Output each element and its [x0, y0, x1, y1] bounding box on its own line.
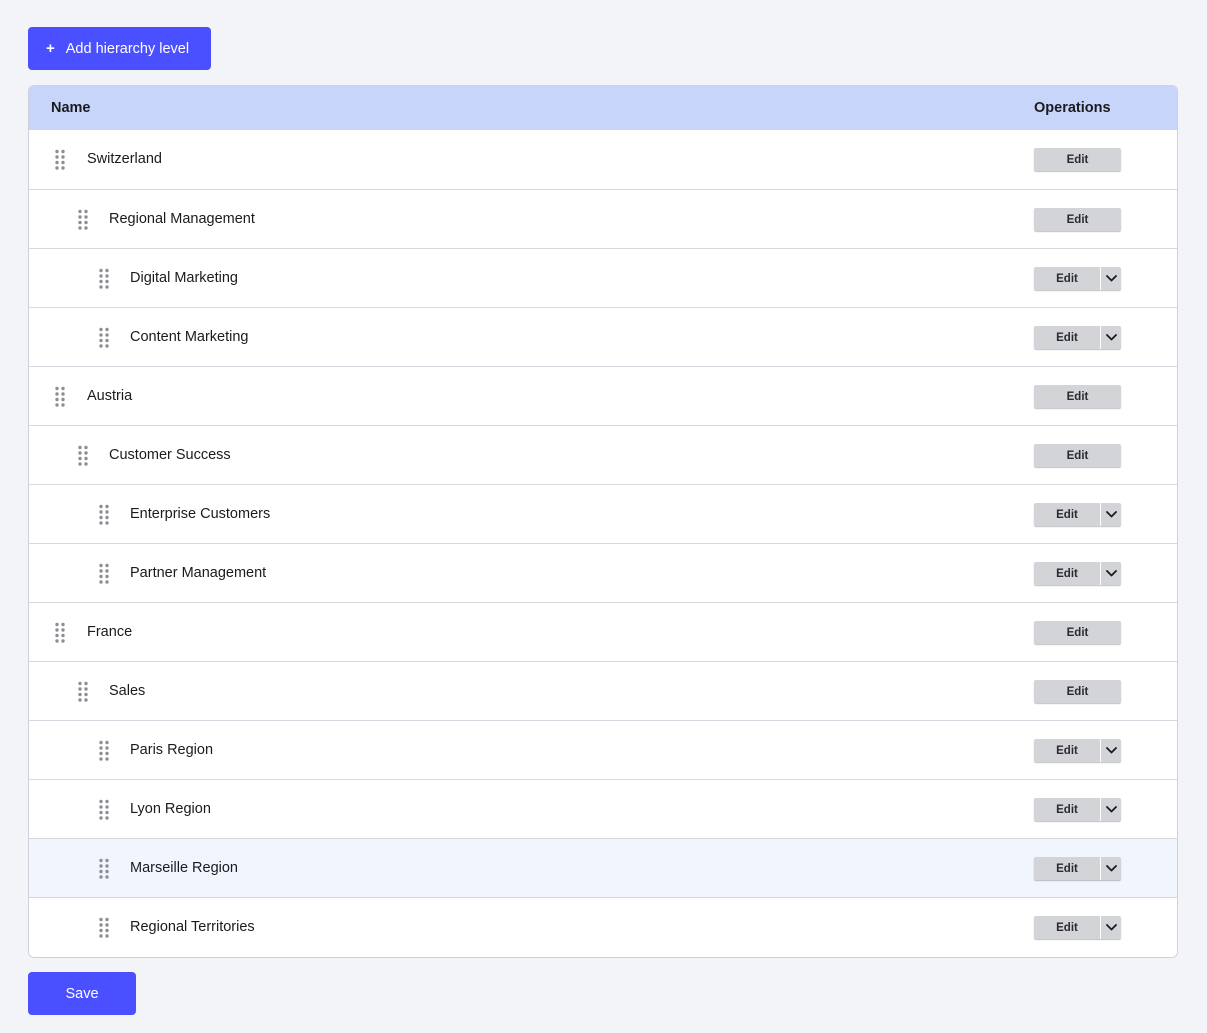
row-operations: Edit	[1034, 326, 1121, 349]
operations-dropdown-toggle[interactable]	[1100, 326, 1121, 349]
row-name: Austria	[87, 388, 133, 404]
drag-handle-icon[interactable]	[55, 149, 65, 171]
table-row: Marseille Region Edit	[29, 838, 1177, 897]
table-row: Austria Edit	[29, 366, 1177, 425]
edit-button[interactable]: Edit	[1034, 680, 1121, 703]
row-operations: Edit	[1034, 385, 1121, 408]
column-header-operations: Operations	[1034, 100, 1111, 116]
table-row: Content Marketing Edit	[29, 307, 1177, 366]
edit-button[interactable]: Edit	[1034, 562, 1100, 585]
operations-dropdown-toggle[interactable]	[1100, 739, 1121, 762]
table-row: Sales Edit	[29, 661, 1177, 720]
table-row: Lyon Region Edit	[29, 779, 1177, 838]
row-name: Enterprise Customers	[130, 506, 271, 522]
table-row: Paris Region Edit	[29, 720, 1177, 779]
row-name: Switzerland	[87, 151, 162, 167]
table-row: Regional Territories Edit	[29, 897, 1177, 956]
row-operations: Edit	[1034, 503, 1121, 526]
operations-dropdown-toggle[interactable]	[1100, 562, 1121, 585]
chevron-down-icon	[1105, 275, 1117, 282]
table-row: Enterprise Customers Edit	[29, 484, 1177, 543]
edit-button[interactable]: Edit	[1034, 326, 1100, 349]
drag-handle-icon[interactable]	[55, 622, 65, 644]
edit-button[interactable]: Edit	[1034, 621, 1121, 644]
operations-dropdown-toggle[interactable]	[1100, 503, 1121, 526]
row-operations: Edit	[1034, 444, 1121, 467]
operations-dropdown-toggle[interactable]	[1100, 857, 1121, 880]
row-name: Partner Management	[130, 565, 267, 581]
row-operations: Edit	[1034, 916, 1121, 939]
plus-icon: +	[46, 40, 55, 57]
drag-handle-icon[interactable]	[55, 386, 65, 408]
drag-handle-icon[interactable]	[99, 917, 109, 939]
chevron-down-icon	[1105, 747, 1117, 754]
add-hierarchy-level-label: Add hierarchy level	[65, 40, 190, 57]
edit-button[interactable]: Edit	[1034, 267, 1100, 290]
row-name: Regional Management	[109, 211, 255, 227]
row-operations: Edit	[1034, 267, 1121, 290]
drag-handle-icon[interactable]	[99, 858, 109, 880]
row-operations: Edit	[1034, 562, 1121, 585]
table-row: Regional Management Edit	[29, 189, 1177, 248]
row-name: France	[87, 624, 133, 640]
column-header-name: Name	[51, 100, 91, 116]
drag-handle-icon[interactable]	[78, 209, 88, 231]
hierarchy-table: Name Operations Switzerland Edit Regional …	[28, 85, 1178, 958]
row-name: Digital Marketing	[130, 270, 238, 286]
chevron-down-icon	[1105, 924, 1117, 931]
table-body: Switzerland Edit Regional Management Edit Di…	[29, 130, 1177, 956]
edit-button[interactable]: Edit	[1034, 148, 1121, 171]
table-row: Customer Success Edit	[29, 425, 1177, 484]
drag-handle-icon[interactable]	[99, 327, 109, 349]
operations-dropdown-toggle[interactable]	[1100, 267, 1121, 290]
row-name: Customer Success	[109, 447, 231, 463]
edit-button[interactable]: Edit	[1034, 798, 1100, 821]
row-name: Marseille Region	[130, 860, 238, 876]
edit-button[interactable]: Edit	[1034, 739, 1100, 762]
row-operations: Edit	[1034, 739, 1121, 762]
table-row: Partner Management Edit	[29, 543, 1177, 602]
edit-button[interactable]: Edit	[1034, 385, 1121, 408]
page: + Add hierarchy level Name Operations Sw…	[0, 0, 1207, 1033]
edit-button[interactable]: Edit	[1034, 916, 1100, 939]
drag-handle-icon[interactable]	[78, 681, 88, 703]
edit-button[interactable]: Edit	[1034, 444, 1121, 467]
table-header: Name Operations	[29, 86, 1177, 130]
row-operations: Edit	[1034, 680, 1121, 703]
drag-handle-icon[interactable]	[99, 268, 109, 290]
drag-handle-icon[interactable]	[99, 740, 109, 762]
row-operations: Edit	[1034, 621, 1121, 644]
row-name: Paris Region	[130, 742, 214, 758]
chevron-down-icon	[1105, 806, 1117, 813]
save-button[interactable]: Save	[28, 972, 136, 1015]
operations-dropdown-toggle[interactable]	[1100, 916, 1121, 939]
row-name: Sales	[109, 683, 146, 699]
chevron-down-icon	[1105, 334, 1117, 341]
chevron-down-icon	[1105, 865, 1117, 872]
table-row: France Edit	[29, 602, 1177, 661]
drag-handle-icon[interactable]	[99, 563, 109, 585]
add-hierarchy-level-button[interactable]: + Add hierarchy level	[28, 27, 211, 70]
drag-handle-icon[interactable]	[99, 799, 109, 821]
drag-handle-icon[interactable]	[99, 504, 109, 526]
row-operations: Edit	[1034, 208, 1121, 231]
edit-button[interactable]: Edit	[1034, 503, 1100, 526]
edit-button[interactable]: Edit	[1034, 857, 1100, 880]
edit-button[interactable]: Edit	[1034, 208, 1121, 231]
row-name: Content Marketing	[130, 329, 249, 345]
row-operations: Edit	[1034, 798, 1121, 821]
table-row: Switzerland Edit	[29, 130, 1177, 189]
drag-handle-icon[interactable]	[78, 445, 88, 467]
operations-dropdown-toggle[interactable]	[1100, 798, 1121, 821]
row-operations: Edit	[1034, 857, 1121, 880]
chevron-down-icon	[1105, 511, 1117, 518]
table-row: Digital Marketing Edit	[29, 248, 1177, 307]
chevron-down-icon	[1105, 570, 1117, 577]
row-name: Lyon Region	[130, 801, 211, 817]
row-name: Regional Territories	[130, 919, 255, 935]
row-operations: Edit	[1034, 148, 1121, 171]
